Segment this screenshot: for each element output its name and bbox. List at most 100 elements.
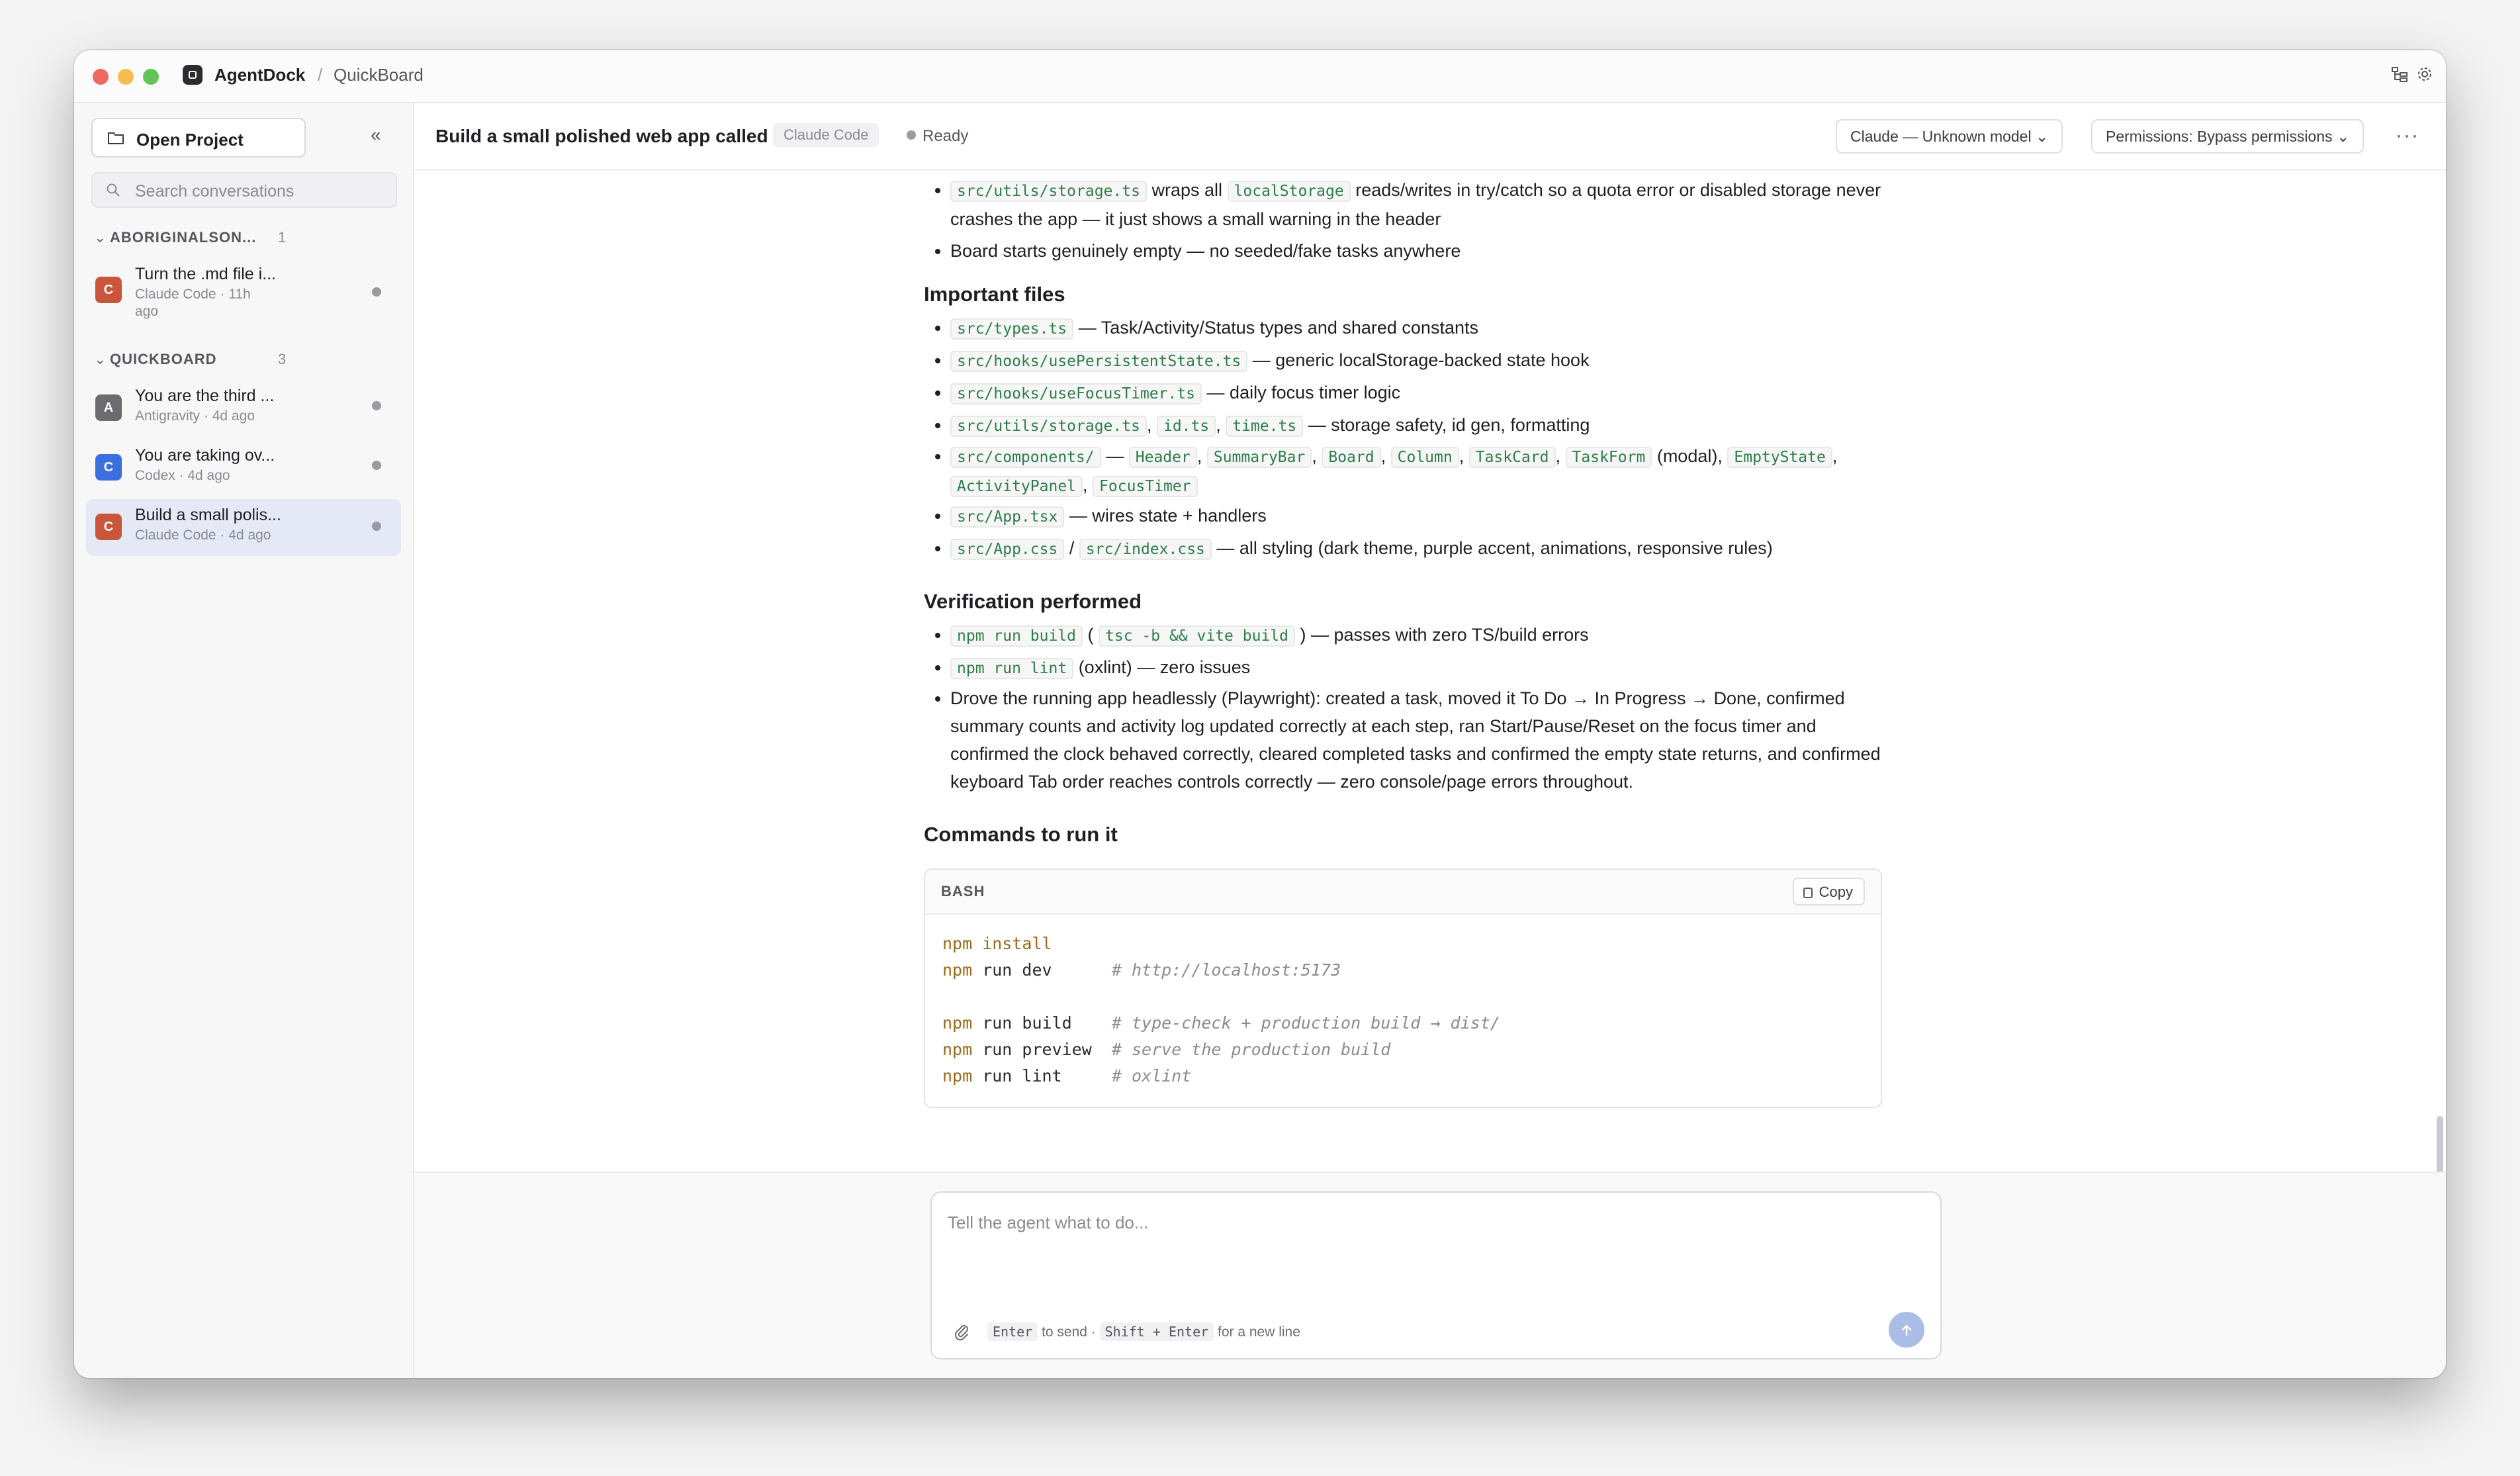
- status-dot: [907, 130, 916, 140]
- code: src/components/: [950, 447, 1101, 468]
- text: — all styling (dark theme, purple accent…: [1216, 538, 1773, 558]
- code-command: npm: [942, 934, 973, 953]
- model-select-value: Claude — Unknown model: [1850, 128, 2032, 145]
- group-name: QUICKBOARD: [110, 351, 217, 367]
- important-files-section: Important files src/types.ts — Task/Acti…: [924, 281, 1883, 565]
- code: src/index.css: [1079, 539, 1212, 560]
- avatar: C: [95, 454, 122, 481]
- text: ) — passes with zero TS/build errors: [1300, 625, 1589, 645]
- list-item: src/utils/storage.ts, id.ts, time.ts — s…: [950, 410, 1883, 442]
- code: TaskCard: [1468, 447, 1556, 468]
- message-scroll-area[interactable]: src/utils/storage.ts wraps all localStor…: [414, 171, 2446, 1172]
- more-options-button[interactable]: ···: [2396, 124, 2419, 147]
- message-composer[interactable]: Tell the agent what to do... Enter to se…: [930, 1191, 1942, 1360]
- conversation-meta: Antigravity · 4d ago: [135, 408, 255, 424]
- list-item: src/hooks/usePersistentState.ts — generi…: [950, 345, 1883, 377]
- chevron-down-icon: ⌄: [94, 229, 107, 246]
- kbd-shift-enter: Shift + Enter: [1099, 1322, 1214, 1341]
- code-block-body: npm install npm run dev # http://localhos…: [942, 931, 1500, 1089]
- section-heading: Important files: [924, 283, 1065, 306]
- conversation-title: Build a small polished web app called: [435, 126, 768, 146]
- section-heading: Verification performed: [924, 590, 1142, 613]
- minimize-window-button[interactable]: [118, 69, 134, 85]
- code-line: npm run preview # serve the production b…: [942, 1037, 1500, 1063]
- verification-section: Verification performed npm run build ( t…: [924, 588, 1883, 796]
- message-top-bullets: src/utils/storage.ts wraps all localStor…: [924, 176, 1883, 265]
- conversation-title: You are the third ...: [135, 387, 275, 405]
- list-item: src/types.ts — Task/Activity/Status type…: [950, 312, 1883, 345]
- send-button[interactable]: [1889, 1312, 1924, 1348]
- search-conversations[interactable]: Search conversations: [91, 172, 397, 208]
- file-tree-icon[interactable]: [2389, 65, 2410, 86]
- text: (: [1087, 625, 1094, 645]
- code: src/hooks/usePersistentState.ts: [950, 351, 1248, 372]
- text: wraps all: [1151, 180, 1223, 200]
- chevron-down-icon: ⌄: [2035, 128, 2049, 145]
- paperclip-icon[interactable]: [953, 1322, 970, 1346]
- app-window: AgentDock / QuickBoard Open Project « Se…: [74, 50, 2446, 1378]
- list-item: src/hooks/useFocusTimer.ts — daily focus…: [950, 377, 1883, 410]
- status-dot: [372, 461, 381, 470]
- zoom-window-button[interactable]: [143, 69, 159, 85]
- group-name: ABORIGINALSON...: [110, 229, 257, 246]
- code: tsc -b && vite build: [1099, 625, 1295, 647]
- conversation-item-active[interactable]: C Build a small polis... Claude Code · 4…: [86, 499, 401, 556]
- conversation-header: Build a small polished web app called Cl…: [414, 103, 2446, 171]
- chevron-down-icon: ⌄: [2336, 128, 2350, 145]
- code-args: install: [972, 934, 1052, 953]
- conversation-title: Build a small polis...: [135, 506, 281, 524]
- open-project-label: Open Project: [136, 130, 244, 150]
- open-project-button[interactable]: Open Project: [91, 118, 306, 158]
- composer-placeholder: Tell the agent what to do...: [948, 1213, 1149, 1232]
- conversation-title: Turn the .md file i...: [135, 265, 277, 283]
- code: SummaryBar: [1206, 447, 1312, 468]
- code: src/App.css: [950, 539, 1065, 560]
- hint-text: for a new line: [1218, 1324, 1300, 1340]
- conversation-item[interactable]: A You are the third ... Antigravity · 4d…: [86, 381, 401, 437]
- code-command: npm: [942, 1013, 973, 1033]
- breadcrumb-project[interactable]: QuickBoard: [334, 65, 424, 85]
- chevrons-left-icon[interactable]: «: [371, 126, 381, 144]
- code: FocusTimer: [1093, 476, 1198, 497]
- code-line: npm run lint # oxlint: [942, 1063, 1500, 1089]
- code-line: npm run dev # http://localhost:5173: [942, 957, 1500, 984]
- conversation-meta: Claude Code · 4d ago: [135, 528, 271, 543]
- code-line: npm install: [942, 931, 1500, 957]
- text: — generic localStorage-backed state hook: [1252, 350, 1590, 370]
- status-indicator: Ready: [907, 127, 968, 146]
- status-dot: [372, 401, 381, 410]
- code-storage: src/utils/storage.ts: [950, 181, 1147, 202]
- text: (oxlint) — zero issues: [1078, 657, 1251, 677]
- permissions-select[interactable]: Permissions: Bypass permissions ⌄: [2091, 119, 2364, 154]
- close-window-button[interactable]: [93, 69, 109, 85]
- status-dot: [372, 287, 381, 297]
- folder-icon: [108, 132, 124, 144]
- gear-icon[interactable]: [2414, 65, 2435, 86]
- code: ActivityPanel: [950, 476, 1083, 497]
- code-language: BASH: [941, 883, 985, 899]
- copy-icon: [1803, 888, 1813, 898]
- status-text: Ready: [922, 127, 969, 145]
- code: npm run lint: [950, 658, 1074, 679]
- list-item: Drove the running app headlessly (Playwr…: [950, 684, 1883, 796]
- composer-area: Tell the agent what to do... Enter to se…: [414, 1172, 2446, 1378]
- group-header-quickboard[interactable]: ⌄ QUICKBOARD: [94, 351, 217, 368]
- text: — wires state + handlers: [1069, 506, 1267, 526]
- list-item: npm run lint (oxlint) — zero issues: [950, 652, 1883, 684]
- code-line: npm run build # type-check + production …: [942, 1010, 1500, 1037]
- code-command: npm: [942, 1040, 973, 1059]
- code-comment: # serve the production build: [1111, 1040, 1391, 1059]
- copy-button[interactable]: Copy: [1792, 878, 1865, 905]
- app-logo: [183, 65, 202, 85]
- conversation-meta: Codex · 4d ago: [135, 468, 230, 483]
- code: EmptyState: [1727, 447, 1832, 468]
- model-select[interactable]: Claude — Unknown model ⌄: [1836, 119, 2063, 154]
- agent-badge: Claude Code: [773, 123, 879, 147]
- group-header-aboriginalson[interactable]: ⌄ ABORIGINALSON...: [94, 229, 256, 246]
- status-dot: [372, 522, 381, 531]
- conversation-item[interactable]: C You are taking ov... Codex · 4d ago: [86, 441, 401, 496]
- conversation-item[interactable]: C Turn the .md file i... Claude Code · 1…: [86, 259, 401, 326]
- search-icon: [107, 183, 120, 197]
- breadcrumb-separator: /: [318, 65, 323, 85]
